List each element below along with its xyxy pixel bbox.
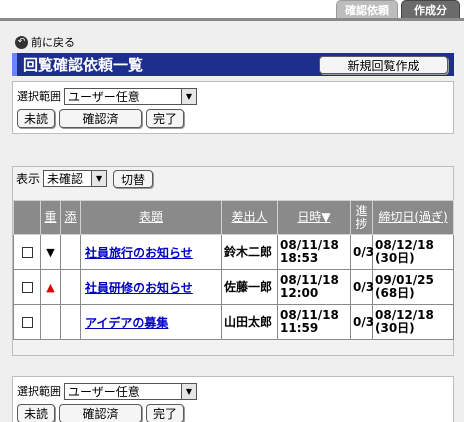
range-label: 選択範囲 — [17, 90, 61, 103]
sender-cell: 鈴木二郎 — [221, 234, 278, 270]
sender-cell: 山田太郎 — [221, 304, 278, 340]
subject-link[interactable]: 社員旅行のお知らせ — [81, 246, 193, 260]
range-select-value: ユーザー任意 — [68, 384, 140, 399]
col-deadline[interactable]: 締切日(過ぎ) — [372, 200, 454, 235]
switch-button[interactable]: 切替 — [113, 170, 154, 188]
deadline-cell: 08/12/18 (30日) — [372, 234, 454, 270]
list-box: 表示 未確認 ▼ 切替 重 添 表題 差出人 日時▼ 進捗 締切日(過ぎ) ▼ … — [12, 166, 454, 356]
attachment-cell — [60, 304, 81, 340]
display-label: 表示 — [16, 172, 41, 186]
progress-cell: 0/3 — [350, 304, 374, 340]
confirmed-button[interactable]: 確認済 — [59, 404, 142, 422]
main-panel: ↶ 前に戻る 回覧確認依頼一覧 新規回覧作成 選択範囲 ユーザー任意 ▼ 未読 … — [0, 18, 464, 422]
tab-bar: 確認依頼 作成分 — [336, 0, 460, 18]
progress-cell: 0/3 — [350, 269, 374, 305]
page: 確認依頼 作成分 ↶ 前に戻る 回覧確認依頼一覧 新規回覧作成 選択範囲 ユーザ… — [0, 0, 464, 422]
chevron-down-icon: ▼ — [181, 383, 196, 399]
range-label: 選択範囲 — [17, 385, 61, 398]
datetime-cell: 08/11/18 11:59 — [277, 304, 351, 340]
deadline-cell: 08/12/18 (30日) — [372, 304, 454, 340]
back-link[interactable]: ↶ 前に戻る — [15, 34, 75, 50]
circular-table: 重 添 表題 差出人 日時▼ 進捗 締切日(過ぎ) ▼ 社員旅行のお知らせ 鈴木… — [13, 200, 454, 340]
row-checkbox[interactable] — [21, 317, 33, 328]
priority-cell — [40, 304, 61, 340]
subject-link[interactable]: 社員研修のお知らせ — [81, 281, 193, 295]
col-progress: 進捗 — [350, 200, 373, 235]
unread-button[interactable]: 未読 — [17, 404, 55, 422]
col-datetime[interactable]: 日時▼ — [277, 200, 351, 235]
progress-cell: 0/3 — [350, 234, 374, 270]
col-sender[interactable]: 差出人 — [221, 200, 278, 235]
table-row: ▲ 社員研修のお知らせ 佐藤一郎 08/11/18 12:00 0/3 09/0… — [13, 269, 454, 305]
display-select[interactable]: 未確認 ▼ — [43, 170, 108, 187]
filter-box-bottom: 選択範囲 ユーザー任意 ▼ 未読 確認済 完了 — [12, 376, 454, 422]
datetime-cell: 08/11/18 18:53 — [277, 234, 351, 270]
done-button[interactable]: 完了 — [146, 404, 184, 422]
table-header-row: 重 添 表題 差出人 日時▼ 進捗 締切日(過ぎ) — [13, 200, 454, 235]
row-checkbox[interactable] — [21, 282, 33, 293]
sender-cell: 佐藤一郎 — [221, 269, 278, 305]
table-row: ▼ 社員旅行のお知らせ 鈴木二郎 08/11/18 18:53 0/3 08/1… — [13, 234, 454, 270]
range-select[interactable]: ユーザー任意 ▼ — [64, 87, 197, 105]
tab-created[interactable]: 作成分 — [401, 0, 460, 18]
chevron-down-icon: ▼ — [181, 88, 196, 104]
attachment-cell — [60, 234, 81, 270]
confirmed-button[interactable]: 確認済 — [59, 109, 142, 128]
datetime-cell: 08/11/18 12:00 — [277, 269, 351, 305]
deadline-cell: 09/01/25 (68日) — [372, 269, 454, 305]
range-select-value: ユーザー任意 — [68, 89, 140, 104]
col-attachment[interactable]: 添 — [60, 200, 81, 235]
col-checkbox — [13, 200, 41, 235]
display-select-value: 未確認 — [47, 172, 84, 186]
tab-confirm-request[interactable]: 確認依頼 — [336, 0, 398, 18]
new-circular-button[interactable]: 新規回覧作成 — [319, 56, 448, 74]
attachment-cell — [60, 269, 81, 305]
chevron-down-icon: ▼ — [91, 171, 107, 186]
filter-box-top: 選択範囲 ユーザー任意 ▼ 未読 確認済 完了 — [12, 81, 454, 134]
range-select[interactable]: ユーザー任意 ▼ — [64, 382, 197, 400]
priority-high-icon: ▲ — [40, 269, 61, 305]
row-checkbox[interactable] — [21, 247, 33, 258]
priority-low-icon: ▼ — [40, 234, 61, 270]
col-priority[interactable]: 重 — [40, 200, 61, 235]
back-arrow-icon: ↶ — [15, 35, 28, 49]
back-label: 前に戻る — [31, 36, 75, 49]
unread-button[interactable]: 未読 — [17, 109, 55, 128]
subject-link[interactable]: アイデアの募集 — [81, 316, 168, 330]
col-subject[interactable]: 表題 — [80, 200, 222, 235]
table-row: アイデアの募集 山田太郎 08/11/18 11:59 0/3 08/12/18… — [13, 304, 454, 340]
done-button[interactable]: 完了 — [146, 109, 184, 128]
